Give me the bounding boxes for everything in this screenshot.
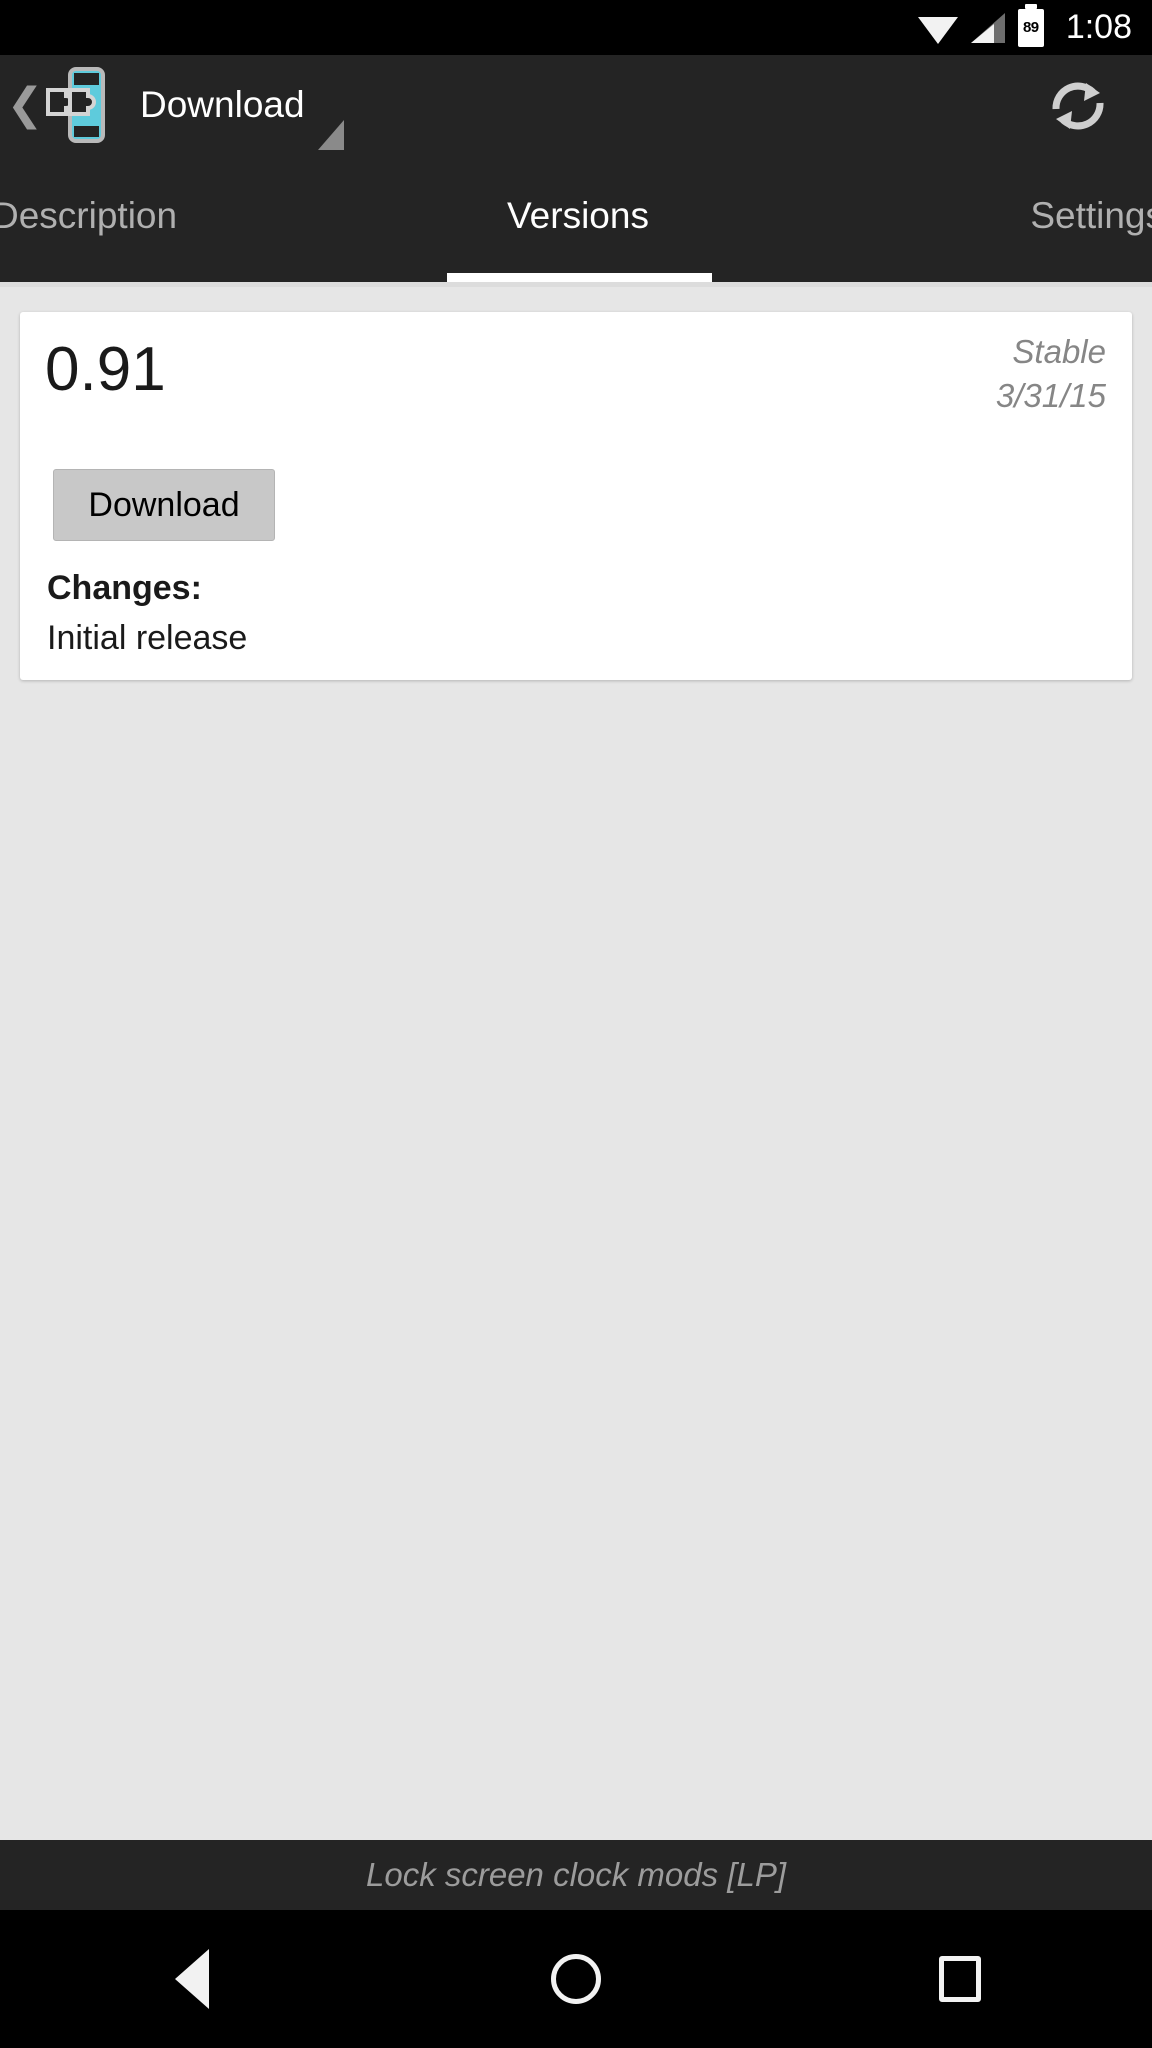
refresh-button[interactable] [1034,62,1122,150]
version-card[interactable]: 0.91 Stable 3/31/15 Download Changes: In… [20,312,1132,680]
version-date-label: 3/31/15 [995,376,1106,414]
module-name-label: Lock screen clock mods [LP] [365,1856,786,1893]
nav-recents-button[interactable] [768,1910,1152,2048]
page-title: Download [140,84,305,125]
changes-body: Initial release [47,619,248,657]
cell-signal-icon [969,11,1009,45]
download-button[interactable]: Download [53,469,275,541]
android-navigation-bar [0,1910,1152,2048]
status-bar: 89 1:08 [0,0,1152,55]
version-meta: Stable 3/31/15 [996,330,1106,417]
version-channel-label: Stable [1012,333,1106,370]
status-icons: 89 1:08 [916,3,1132,47]
version-number: 0.91 [45,335,166,404]
content-area: 0.91 Stable 3/31/15 Download Changes: In… [0,287,1152,1840]
recents-square-icon [939,1956,981,2002]
tab-versions[interactable]: Versions [383,195,774,237]
dropdown-caret-icon[interactable] [318,120,344,150]
status-bar-clock: 1:08 [1065,8,1132,46]
home-circle-icon [551,1954,601,2004]
nav-home-button[interactable] [384,1910,768,2048]
footer-bar: Lock screen clock mods [LP] [0,1840,1152,1910]
version-card-header: 0.91 Stable 3/31/15 [20,312,1132,452]
tab-settings[interactable]: Settings [773,195,1152,237]
wifi-icon [916,11,960,45]
xposed-module-icon [44,66,106,144]
changes-heading: Changes: [47,569,202,607]
battery-icon: 89 [1017,3,1044,47]
tab-row: Description Versions Settings [0,155,1152,277]
tab-bar: Description Versions Settings [0,155,1152,287]
tab-indicator [447,273,712,282]
action-bar: ❮ Download [0,55,1152,155]
back-chevron-icon[interactable]: ❮ [7,83,44,127]
tab-description[interactable]: Description [0,195,383,237]
nav-back-button[interactable] [0,1910,384,2048]
back-triangle-icon [175,1949,209,2009]
battery-level-label: 89 [1022,19,1039,36]
